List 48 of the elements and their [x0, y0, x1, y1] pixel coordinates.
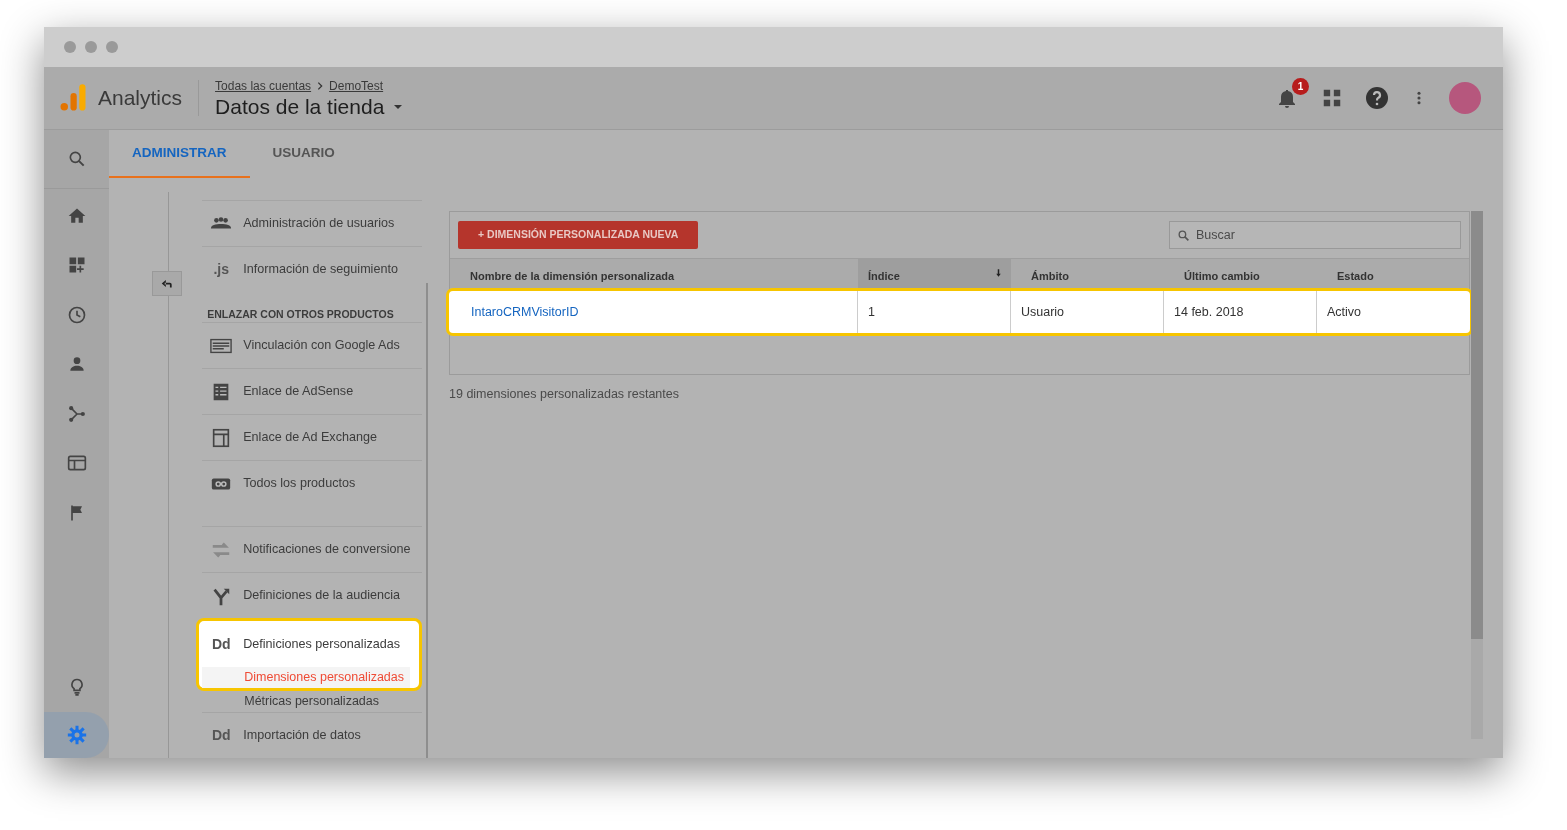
view-selector[interactable]: Datos de la tienda	[215, 95, 385, 119]
remaining-count: 19 dimensiones personalizadas restantes	[449, 386, 680, 403]
collapse-button[interactable]	[152, 271, 182, 296]
new-dimension-button[interactable]: + DIMENSIÓN PERSONALIZADA NUEVA	[458, 221, 699, 249]
clock-icon	[66, 304, 87, 325]
table-cell-text: Usuario	[1021, 303, 1065, 321]
table-cell-text: Activo	[1327, 303, 1362, 321]
apps-grid-icon[interactable]	[1321, 87, 1343, 109]
nav-link[interactable]: Enlace de AdSense	[243, 382, 354, 402]
table-cell-text: 14 feb. 2018	[1174, 303, 1244, 321]
nav-link[interactable]: Administración de usuarios	[243, 214, 395, 233]
dimension-link[interactable]: IntaroCRMVisitorID	[471, 302, 579, 322]
column-header[interactable]: Estado	[1337, 268, 1374, 288]
breadcrumb-link[interactable]: DemoTest	[329, 77, 384, 96]
column-header[interactable]: Nombre de la dimensión personalizada	[470, 268, 675, 288]
nav-subitem[interactable]: Dimensiones personalizadas	[202, 667, 411, 689]
tab[interactable]: USUARIO	[249, 130, 358, 178]
icon-label: Dd	[211, 726, 231, 745]
window-control-dot	[64, 41, 76, 53]
settings-icon	[66, 725, 87, 745]
analytics-logo-icon	[58, 83, 88, 113]
scrollbar-thumb[interactable]	[1471, 211, 1483, 639]
nav-link[interactable]: Información de seguimiento	[243, 260, 398, 279]
column-header[interactable]: Último cambio	[1184, 268, 1260, 288]
nav-link[interactable]: Notificaciones de conversione	[243, 540, 411, 560]
column-header[interactable]: Ámbito	[1031, 268, 1069, 288]
window-icon	[66, 453, 87, 474]
icon-label: Dd	[211, 634, 231, 654]
notification-count: 1	[1292, 78, 1309, 95]
breadcrumb-link[interactable]: Todas las cuentas	[215, 77, 312, 96]
nav-link[interactable]: Todos los productos	[243, 474, 356, 494]
branch-icon	[66, 403, 87, 424]
help-icon[interactable]	[1365, 86, 1389, 110]
nav-link[interactable]: Enlace de Ad Exchange	[243, 428, 377, 448]
nav-link[interactable]: Definiciones personalizadas	[243, 634, 401, 654]
search-field[interactable]: Buscar	[1169, 221, 1461, 249]
product-name: Analytics	[88, 80, 200, 116]
section-heading: ENLAZAR CON OTROS PRODUCTOS	[206, 307, 395, 323]
nav-subitem[interactable]: Métricas personalizadas	[202, 691, 423, 712]
window-control-dot	[106, 41, 118, 53]
nav-link[interactable]: Vinculación con Google Ads	[243, 336, 400, 356]
table-cell-text: 1	[868, 303, 875, 321]
window-control-dot	[85, 41, 97, 53]
column-header[interactable]: Índice	[868, 268, 900, 288]
nav-link[interactable]: Importación de datos	[243, 726, 361, 745]
nav-link[interactable]: Definiciones de la audiencia	[243, 586, 401, 606]
sort-down-arrow-icon	[994, 268, 1003, 278]
icon-label: .js	[213, 260, 229, 280]
